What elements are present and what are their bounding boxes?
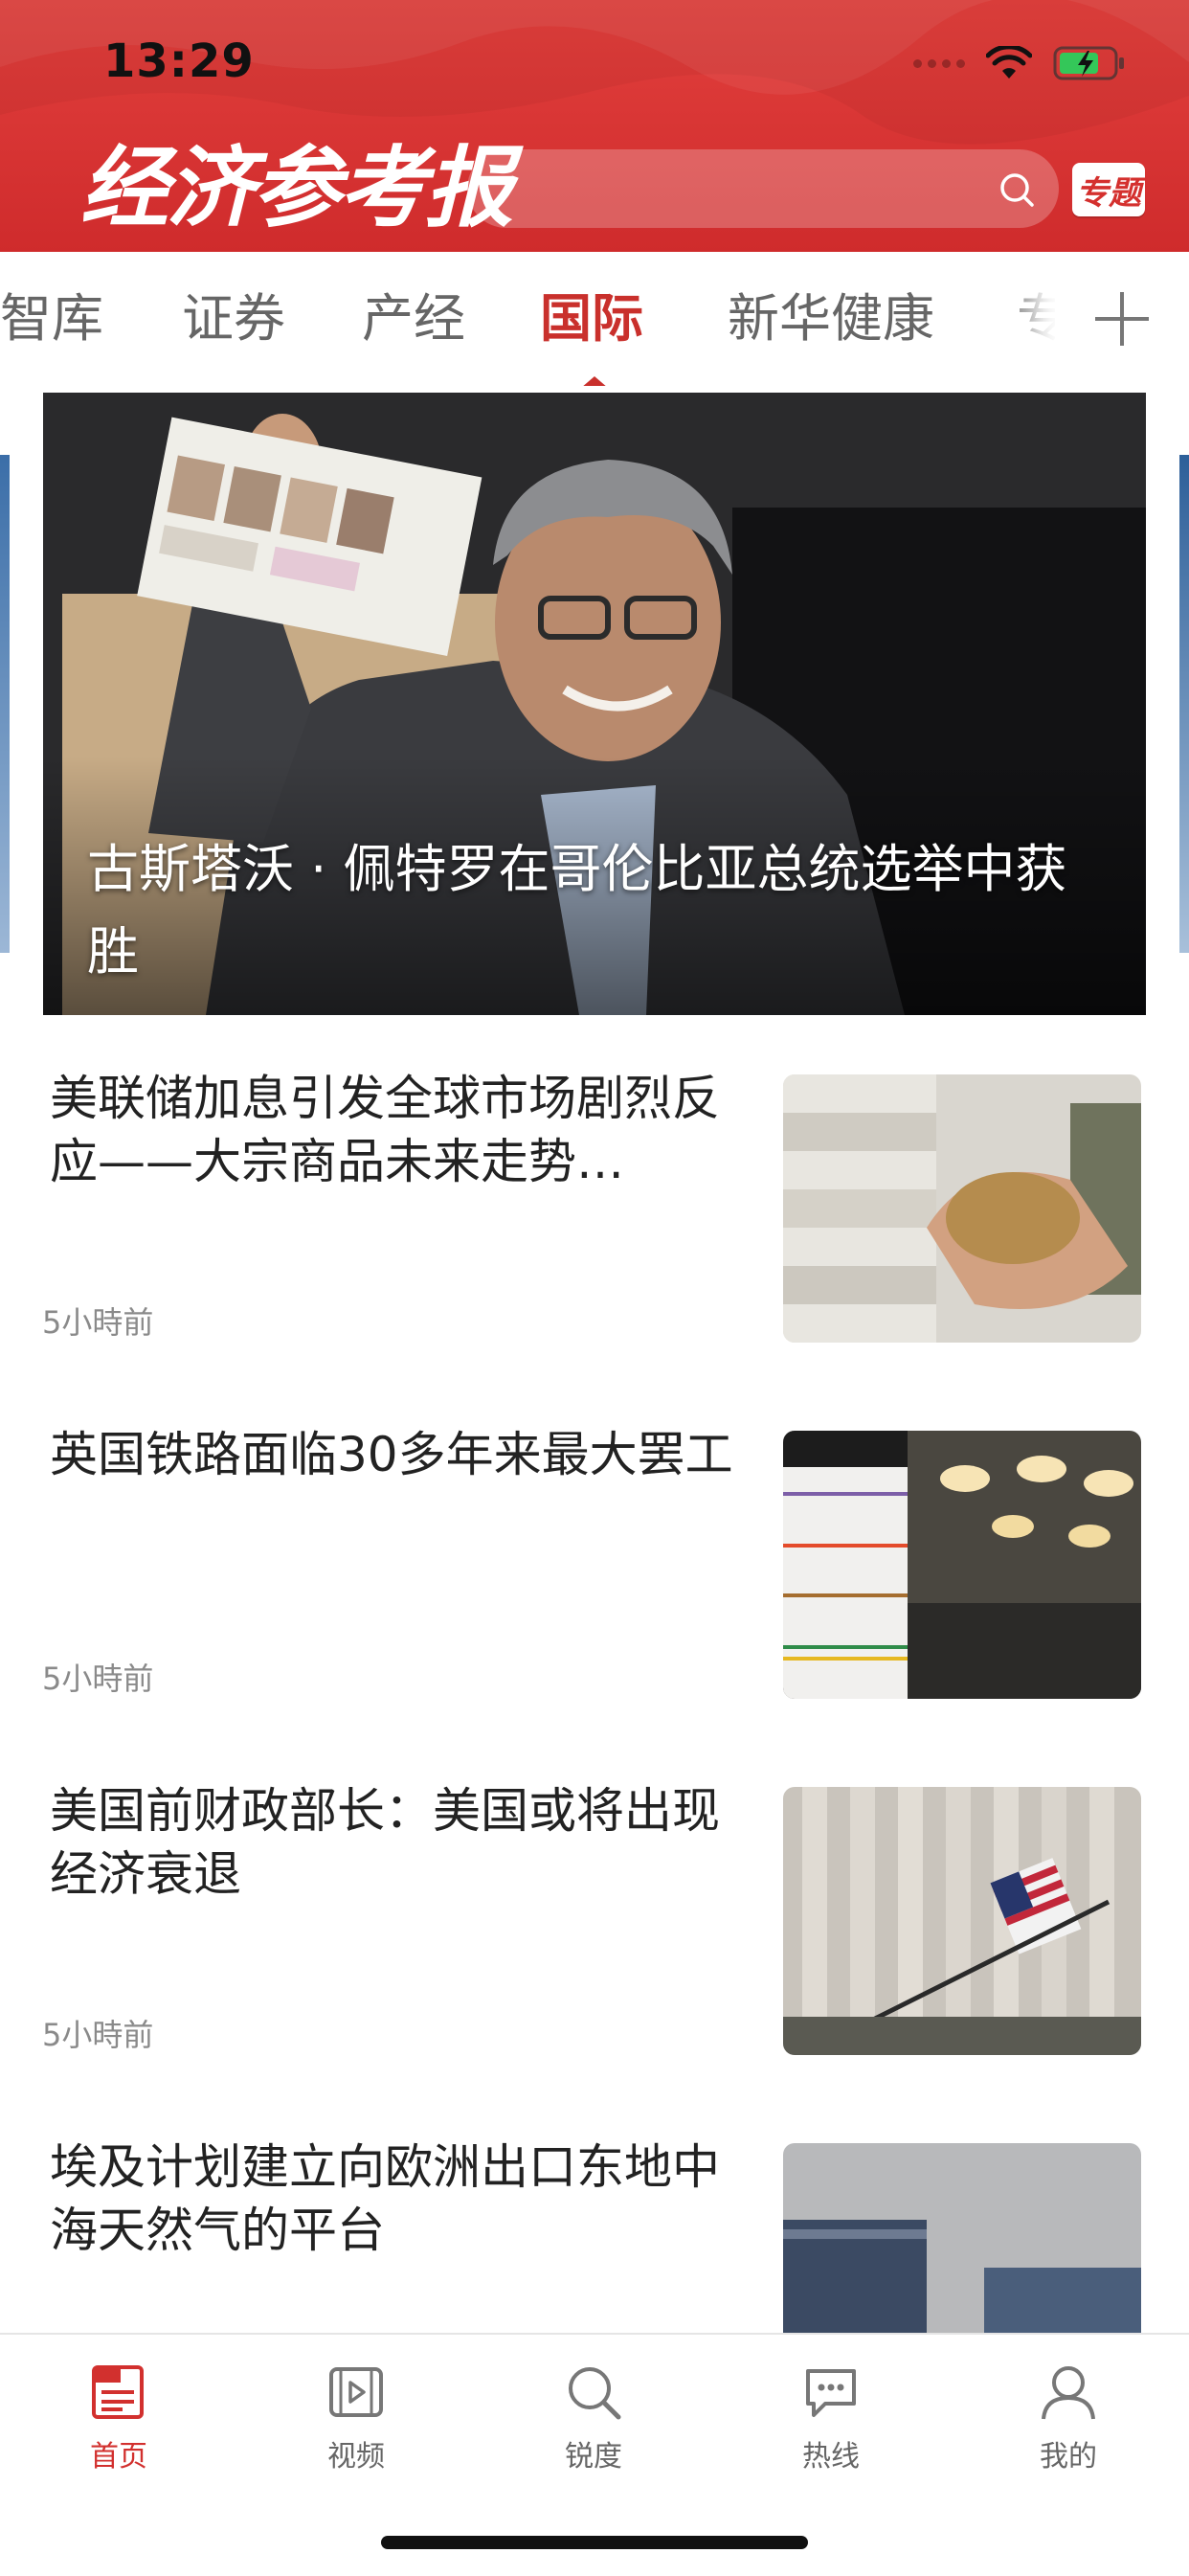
news-thumbnail[interactable]: [783, 1431, 1141, 1699]
news-title[interactable]: 英国铁路面临30多年来最大罢工: [50, 1423, 739, 1486]
tab-zhengquan[interactable]: 证券: [182, 288, 285, 350]
grain-thumbnail-image: [783, 1074, 1141, 1343]
tabbar-label: 视频: [327, 2440, 385, 2474]
carousel-prev-peek[interactable]: [0, 455, 10, 953]
search-icon: [569, 2367, 621, 2420]
tabbar-video[interactable]: 视频: [237, 2361, 475, 2496]
topics-button[interactable]: 专题: [1072, 163, 1145, 216]
tabbar-label: 首页: [90, 2440, 147, 2474]
app-header: 13:29 经济参考报 专题: [0, 0, 1189, 252]
chat-icon: [806, 2369, 856, 2417]
news-title[interactable]: 美国前财政部长：美国或将出现经济衰退: [50, 1779, 739, 1906]
tabbar-home[interactable]: 首页: [0, 2361, 237, 2496]
news-item[interactable]: 美联储加息引发全球市场剧烈反应——大宗商品未来走势… 5小時前: [0, 1028, 1189, 1387]
tabbar-hotline[interactable]: 热线: [712, 2361, 950, 2496]
news-thumbnail[interactable]: [783, 1787, 1141, 2055]
railway-thumbnail-image: [783, 1431, 1141, 1699]
search-icon[interactable]: [998, 170, 1036, 209]
video-icon: [329, 2367, 383, 2417]
battery-icon: [1053, 46, 1124, 80]
news-time: 5小時前: [42, 1661, 154, 1697]
plus-icon: [1095, 292, 1149, 346]
tab-xinhua-health[interactable]: 新华健康: [728, 288, 934, 350]
app-logo: 经济参考报: [80, 136, 513, 239]
wifi-icon: [986, 46, 1032, 79]
news-thumbnail[interactable]: [783, 1074, 1141, 1343]
carousel-next-peek[interactable]: [1179, 455, 1189, 953]
home-indicator[interactable]: [381, 2536, 808, 2549]
search-input[interactable]: [496, 149, 978, 230]
tabbar-ruidu[interactable]: 锐度: [475, 2361, 712, 2496]
tab-zhiku[interactable]: 智库: [0, 288, 103, 350]
channel-tabs: 智库 证券 产经 国际 新华健康 专: [0, 252, 1189, 386]
tabbar-label: 热线: [802, 2440, 860, 2474]
add-channel-button[interactable]: [1055, 252, 1189, 386]
status-time: 13:29: [103, 34, 255, 88]
active-tab-indicator: [581, 376, 608, 386]
tabbar-label: 锐度: [565, 2440, 622, 2474]
hero-carousel[interactable]: 古斯塔沃 · 佩特罗在哥伦比亚总统选举中获胜: [0, 386, 1189, 1018]
tabbar-label: 我的: [1040, 2440, 1097, 2474]
news-icon: [92, 2365, 144, 2419]
news-title[interactable]: 埃及计划建立向欧洲出口东地中海天然气的平台: [50, 2135, 739, 2262]
tabbar-mine[interactable]: 我的: [950, 2361, 1187, 2496]
tab-guoji[interactable]: 国际: [540, 288, 643, 350]
news-time: 5小時前: [42, 1304, 154, 1341]
news-item[interactable]: 美国前财政部长：美国或将出现经济衰退 5小時前: [0, 1741, 1189, 2099]
user-icon: [1042, 2366, 1095, 2420]
search-bar[interactable]: [467, 149, 1059, 230]
hero-slide[interactable]: 古斯塔沃 · 佩特罗在哥伦比亚总统选举中获胜: [43, 393, 1146, 1015]
news-item[interactable]: 英国铁路面临30多年来最大罢工 5小時前: [0, 1385, 1189, 1743]
news-title[interactable]: 美联储加息引发全球市场剧烈反应——大宗商品未来走势…: [50, 1067, 739, 1193]
cellular-signal-icon: [913, 58, 965, 68]
news-time: 5小時前: [42, 2017, 154, 2053]
hero-title[interactable]: 古斯塔沃 · 佩特罗在哥伦比亚总统选举中获胜: [87, 828, 1102, 993]
status-icons: [913, 42, 1126, 84]
tab-chanjing[interactable]: 产经: [362, 288, 465, 350]
treasury-thumbnail-image: [783, 1787, 1141, 2055]
